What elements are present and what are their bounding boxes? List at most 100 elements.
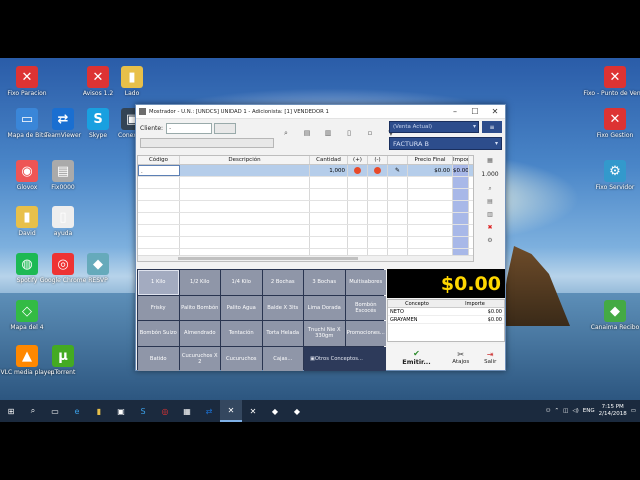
col-importe[interactable]: Impor	[453, 156, 469, 164]
col-cantidad[interactable]: Cantidad	[310, 156, 348, 164]
product-button[interactable]: 1 Kilo	[138, 270, 179, 295]
cliente-lookup-field[interactable]	[214, 123, 237, 134]
skype-icon[interactable]: S	[132, 400, 154, 422]
binoculars-icon[interactable]: ⌕	[280, 129, 292, 138]
document-icon[interactable]: ▯	[343, 129, 355, 138]
edit-icon[interactable]: ✎	[395, 167, 400, 174]
cliente-description-field[interactable]	[140, 138, 274, 148]
paste-icon[interactable]: ▥	[322, 129, 334, 138]
table-row[interactable]	[138, 177, 473, 189]
table-row[interactable]: . 1,000 ✎ $0.00 $0.00	[138, 165, 473, 177]
table-row[interactable]	[138, 225, 473, 237]
desktop-icon[interactable]: ◆ Canaima Recibo	[591, 300, 639, 331]
table-row[interactable]	[138, 189, 473, 201]
product-button[interactable]: Palito Bombón	[179, 295, 220, 320]
desktop-icon[interactable]: ⚙ Fixo Servidor	[592, 160, 638, 191]
product-button[interactable]: Multisabores	[345, 270, 386, 295]
product-button[interactable]: Lima Dorada	[304, 295, 345, 320]
product-button[interactable]: Batido	[138, 346, 179, 371]
horizontal-scrollbar[interactable]	[138, 255, 473, 261]
col-minus[interactable]: (-)	[368, 156, 388, 164]
cliente-input[interactable]: .	[166, 123, 213, 134]
table-row[interactable]	[138, 201, 473, 213]
product-button[interactable]: Cajas...	[262, 346, 303, 371]
people-icon[interactable]: ⚇	[546, 408, 551, 414]
add-icon[interactable]	[354, 167, 361, 174]
maximize-icon[interactable]: ☐	[465, 105, 485, 119]
desktop-icon[interactable]: ◇ Mapa del 4	[4, 300, 50, 331]
desktop-icon[interactable]: ✕ Fixo Paracion	[4, 66, 50, 97]
desktop-icon[interactable]: ✕ Fixo Gestion	[592, 108, 638, 139]
product-button[interactable]: Frisky	[138, 295, 179, 320]
fixo-mostrador-icon[interactable]: ✕	[220, 400, 242, 422]
desktop-icon[interactable]: ✕ Fixo - Punto de Venta	[583, 66, 640, 97]
factura-select[interactable]: FACTURA B ▾	[389, 137, 502, 150]
product-button[interactable]: Cucuruchos X 2	[179, 346, 220, 371]
product-button[interactable]: 1/4 Kilo	[221, 270, 262, 295]
col-precio-final[interactable]: Precio Final	[408, 156, 453, 164]
product-button[interactable]: Tentación	[221, 321, 262, 346]
store-icon[interactable]: ▣	[110, 400, 132, 422]
desktop-icon[interactable]: µ µTorrent	[40, 345, 86, 376]
product-button[interactable]: Bombón Suizo	[138, 321, 179, 346]
salir-button[interactable]: ⇥ Salir	[476, 344, 506, 370]
col-codigo[interactable]: Código	[138, 156, 180, 164]
desktop-icon[interactable]: ▮ Lado	[109, 66, 155, 97]
copy-item-icon[interactable]: ▥	[487, 209, 493, 220]
desktop-icon[interactable]: ◆ RESVP	[75, 253, 121, 284]
chrome-icon[interactable]: ◎	[154, 400, 176, 422]
fixo-icon[interactable]: ✕	[242, 400, 264, 422]
product-button[interactable]: 1/2 Kilo	[179, 270, 220, 295]
chevron-up-icon[interactable]: ⌃	[555, 408, 560, 414]
app-icon[interactable]: ◆	[264, 400, 286, 422]
col-edit[interactable]	[388, 156, 408, 164]
search-item-icon[interactable]: ⌕	[488, 183, 491, 194]
table-row[interactable]	[138, 237, 473, 249]
items-grid[interactable]: Código Descripción Cantidad (+) (-) Prec…	[137, 155, 474, 262]
remove-icon[interactable]	[374, 167, 381, 174]
product-button[interactable]: Cucuruchos	[221, 346, 262, 371]
product-button[interactable]: Balde X 3lts	[262, 295, 303, 320]
volume-icon[interactable]: ◁)	[572, 408, 578, 414]
desktop-icon[interactable]: ▤ Fix0000	[40, 160, 86, 191]
table-row[interactable]	[138, 213, 473, 225]
close-icon[interactable]: ✕	[485, 105, 505, 119]
network-icon[interactable]: ◫	[563, 408, 568, 414]
windows-start-icon[interactable]: ⊞	[0, 400, 22, 422]
product-button[interactable]: Palito Agua	[221, 295, 262, 320]
product-button[interactable]: 3 Bochas	[304, 270, 345, 295]
venta-tipo-select[interactable]: (Venta Actual) ▾	[389, 121, 479, 133]
search-icon[interactable]: ⌕	[22, 400, 44, 422]
product-button[interactable]: Almendrado	[179, 321, 220, 346]
settings-icon[interactable]: ⚙	[487, 235, 492, 246]
minimize-icon[interactable]: –	[445, 105, 465, 119]
codigo-cell[interactable]: .	[138, 165, 180, 176]
cantidad-cell[interactable]: 1,000	[310, 165, 348, 176]
cell-edit[interactable]: ✎	[388, 165, 408, 176]
product-button[interactable]: Promociones...	[345, 321, 386, 346]
product-button[interactable]: Bombón Escocés	[345, 295, 386, 320]
cell-minus[interactable]	[368, 165, 388, 176]
venta-menu-button[interactable]: ≡	[482, 121, 502, 133]
col-descripcion[interactable]: Descripción	[180, 156, 310, 164]
teamviewer-icon[interactable]: ⇄	[198, 400, 220, 422]
descripcion-cell[interactable]	[180, 165, 310, 176]
new-document-icon[interactable]: ▫	[364, 129, 376, 138]
scrollbar-thumb[interactable]	[178, 257, 358, 260]
title-bar[interactable]: Mostrador - U.N.: [UNDCS] UNIDAD 1 - Adi…	[136, 105, 505, 119]
file-explorer-icon[interactable]: ▮	[88, 400, 110, 422]
desktop-icon[interactable]: ▯ ayuda	[40, 206, 86, 237]
copy-icon[interactable]: ▤	[301, 129, 313, 138]
language-indicator[interactable]: ENG	[583, 408, 595, 414]
duplicate-icon[interactable]: ▤	[487, 196, 493, 207]
col-plus[interactable]: (+)	[348, 156, 368, 164]
emitir-button[interactable]: ✔ Emitir...	[387, 344, 446, 370]
product-button[interactable]: Tnuchi Nie X 330gm	[304, 321, 345, 346]
task-view-icon[interactable]: ▭	[44, 400, 66, 422]
product-button[interactable]: Torta Helada	[262, 321, 303, 346]
calculator-icon[interactable]: ▦	[176, 400, 198, 422]
otros-conceptos-button[interactable]: ▣ Otros Conceptos...	[304, 346, 386, 371]
atajos-button[interactable]: ✂ Atajos	[446, 344, 476, 370]
cell-plus[interactable]	[348, 165, 368, 176]
delete-icon[interactable]: ✖	[487, 222, 492, 233]
